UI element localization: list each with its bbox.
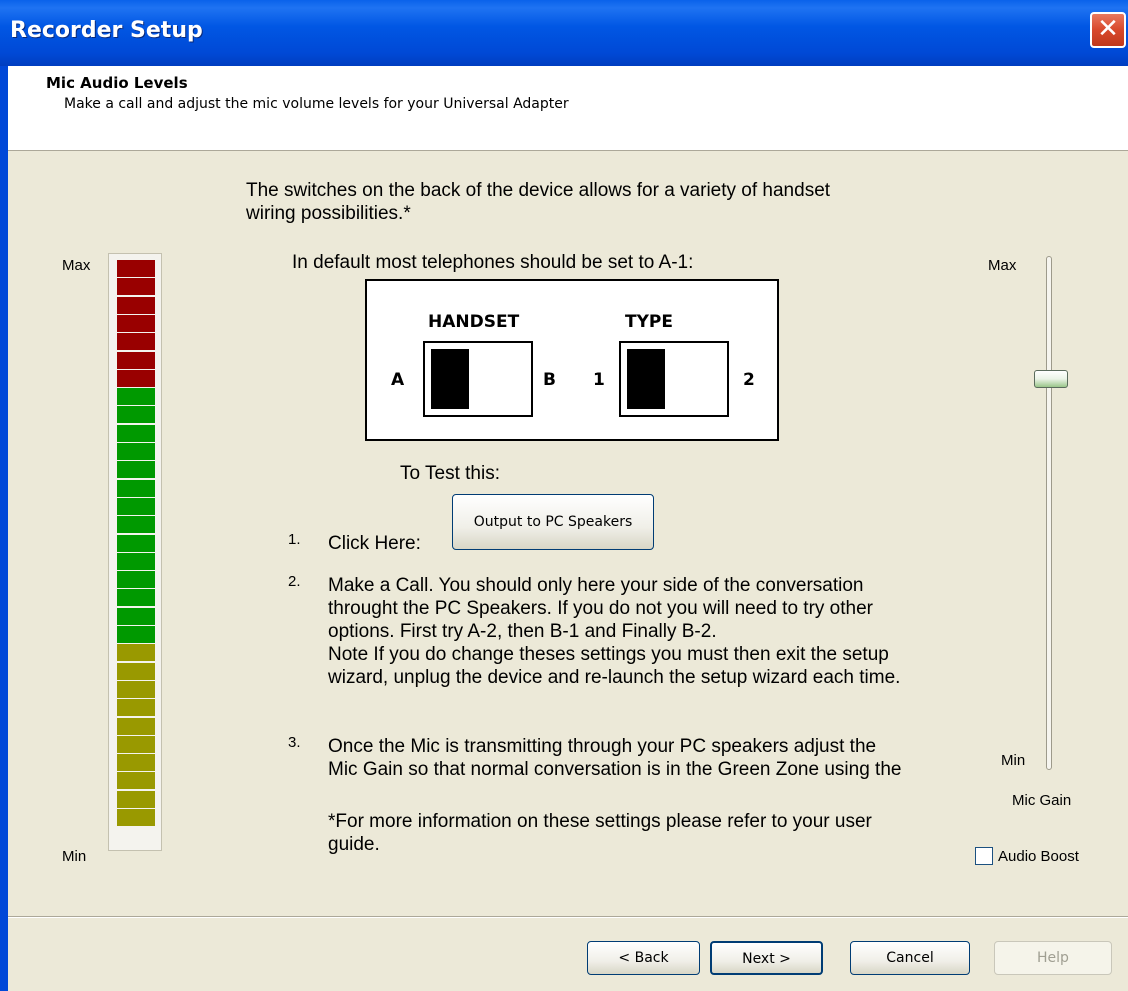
type-switch-knob [627,349,665,409]
step-3-line-2: Mic Gain so that normal conversation is … [328,759,902,780]
cancel-button[interactable]: Cancel [850,941,970,975]
window-border [0,66,8,991]
footnote-line-2: guide. [328,834,380,855]
meter-segment-olive [117,644,155,662]
meter-min-label: Min [62,848,87,865]
meter-segment-olive [117,735,155,753]
meter-segment-green [117,607,155,625]
meter-segment-red [117,260,155,277]
type-switch-label: TYPE [625,312,673,332]
meter-segment-red [117,278,155,296]
meter-segment-green [117,424,155,442]
meter-segment-red [117,314,155,332]
meter-segment-green [117,497,155,515]
meter-segment-green [117,406,155,424]
meter-segment-green [117,626,155,643]
handset-position-b: B [543,370,556,390]
meter-segment-red [117,351,155,369]
meter-segment-olive [117,754,155,772]
close-button[interactable]: ✕ [1090,12,1126,48]
back-button[interactable]: < Back [587,941,700,975]
meter-segment-olive [117,809,155,826]
default-setting-text: In default most telephones should be set… [292,252,694,273]
step-2-line-3: options. First try A-2, then B-1 and Fin… [328,621,717,642]
meter-segment-green [117,516,155,534]
meter-segment-olive [117,772,155,790]
step-2-line-5: wizard, unplug the device and re-launch … [328,667,901,688]
title-bar: Recorder Setup ✕ [0,0,1128,66]
meter-segment-green [117,388,155,406]
window-title: Recorder Setup [10,18,203,43]
meter-segment-red [117,333,155,351]
mic-gain-label: Mic Gain [1012,792,1072,809]
step-3-line-1: Once the Mic is transmitting through you… [328,736,877,757]
audio-boost-label: Audio Boost [998,848,1079,865]
help-button[interactable]: Help [994,941,1112,975]
meter-max-label: Max [62,257,91,274]
meter-segment-red [117,296,155,314]
step-3-number: 3. [288,734,301,751]
step-1-number: 1. [288,531,301,548]
mic-gain-max-label: Max [988,257,1017,274]
step-2-line-4: Note If you do change theses settings yo… [328,644,889,665]
intro-line-2: wiring possibilities.* [246,203,411,224]
meter-segment-olive [117,680,155,698]
handset-position-a: A [391,370,405,390]
test-heading: To Test this: [400,463,500,484]
meter-segment-olive [117,699,155,717]
meter-segment-green [117,534,155,552]
step-1-text: Click Here: [328,533,421,554]
type-switch [619,341,729,417]
step-2-line-1: Make a Call. You should only here your s… [328,575,864,596]
handset-switch-label: HANDSET [428,312,520,332]
meter-segment-green [117,589,155,607]
audio-boost-checkbox[interactable] [975,847,993,865]
intro-line-1: The switches on the back of the device a… [246,180,831,201]
page-title: Mic Audio Levels [46,74,188,92]
step-2-number: 2. [288,573,301,590]
page-subtitle: Make a call and adjust the mic volume le… [64,96,569,112]
mic-gain-slider-track[interactable] [1046,256,1052,770]
level-meter [108,253,162,851]
switch-diagram: HANDSET TYPE A B 1 2 [365,279,779,441]
type-position-2: 2 [743,370,755,390]
meter-segment-olive [117,662,155,680]
meter-segment-green [117,552,155,570]
meter-segment-green [117,571,155,589]
handset-switch-knob [431,349,469,409]
output-to-pc-speakers-button[interactable]: Output to PC Speakers [452,494,654,550]
meter-segment-green [117,479,155,497]
mic-gain-slider-thumb[interactable] [1034,370,1068,388]
type-position-1: 1 [593,370,605,390]
next-button[interactable]: Next > [710,941,823,975]
footnote-line-1: *For more information on these settings … [328,811,872,832]
step-2-line-2: throught the PC Speakers. If you do not … [328,598,873,619]
meter-segment-red [117,369,155,387]
meter-segment-olive [117,790,155,808]
wizard-header: Mic Audio Levels Make a call and adjust … [8,66,1128,151]
handset-switch [423,341,533,417]
meter-segment-olive [117,717,155,735]
footer-divider [8,916,1128,918]
mic-gain-min-label: Min [1001,752,1026,769]
meter-segment-green [117,443,155,460]
meter-segment-green [117,461,155,479]
close-icon: ✕ [1097,14,1119,44]
